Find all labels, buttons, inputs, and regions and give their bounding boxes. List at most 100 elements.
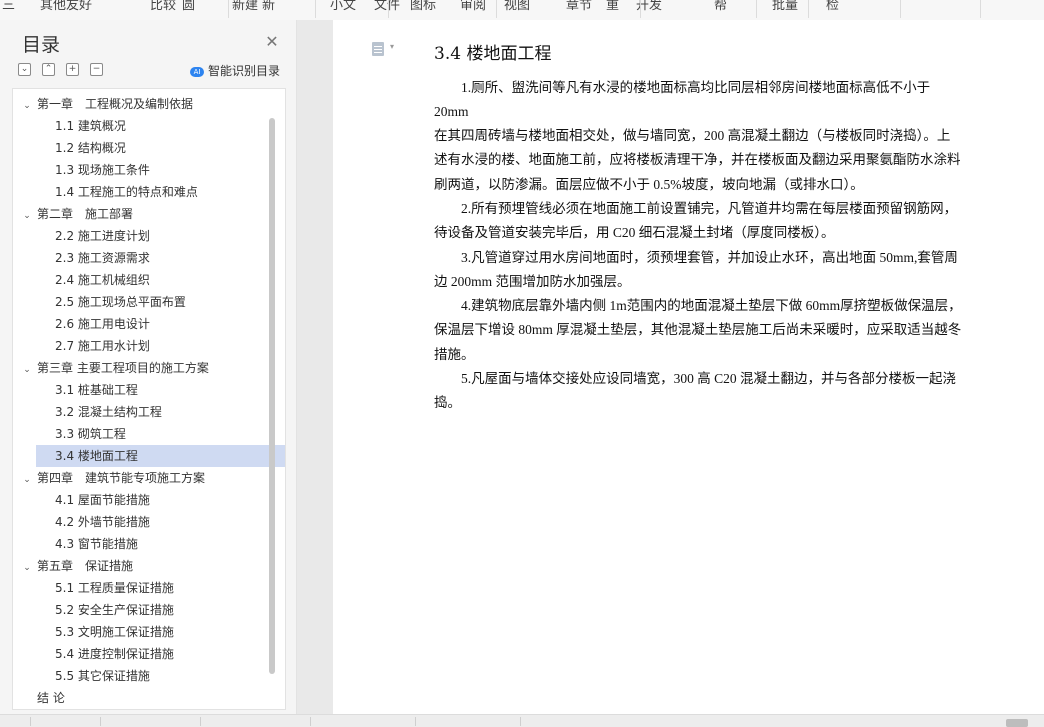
section-heading: 3.4 楼地面工程 <box>434 44 552 64</box>
toolbar-item[interactable]: 视图 <box>504 0 530 13</box>
top-toolbar: 三其他友好 比较圆新建新小文 文件 图标 审阅 视图 章节重开发帮批量检 <box>0 0 1044 21</box>
outline-section[interactable]: 1.4 工程施工的特点和难点 <box>36 181 285 203</box>
outline-item-label: 2.7 施工用水计划 <box>55 339 150 353</box>
toolbar-item[interactable]: 章节 <box>566 0 592 13</box>
outline-section[interactable]: 4.3 窗节能措施 <box>36 533 285 555</box>
chevron-down-icon[interactable]: ⌄ <box>21 557 33 579</box>
outline-section[interactable]: 2.6 施工用电设计 <box>36 313 285 335</box>
toolbar-separator <box>315 0 316 18</box>
outline-section[interactable]: 5.4 进度控制保证措施 <box>36 643 285 665</box>
outline-item-label: 2.6 施工用电设计 <box>55 317 150 331</box>
outline-section[interactable]: 5.2 安全生产保证措施 <box>36 599 285 621</box>
toolbar-item[interactable]: 比较 <box>150 0 176 13</box>
outline-section[interactable]: 2.7 施工用水计划 <box>36 335 285 357</box>
toolbar-separator <box>496 0 497 18</box>
outline-item-label: 5.3 文明施工保证措施 <box>55 625 174 639</box>
outline-section[interactable]: 结 论 <box>13 687 285 709</box>
paragraph-5: 5.凡屋面与墙体交接处应设同墙宽，300 高 C20 混凝土翻边，并与各部分楼板… <box>434 371 957 411</box>
outline-item-label: 1.2 结构概况 <box>55 141 126 155</box>
outline-item-label: 第二章 施工部署 <box>37 207 134 221</box>
toolbar-item[interactable]: 新建 <box>232 0 258 13</box>
paragraph-2: 2.所有预埋管线必须在地面施工前设置铺完，凡管道井均需在每层楼面预留钢筋网，待设… <box>434 201 958 241</box>
toolbar-item[interactable]: 批量 <box>772 0 798 13</box>
outline-item-label: 5.4 进度控制保证措施 <box>55 647 174 661</box>
outline-item-label: 3.1 桩基础工程 <box>55 383 138 397</box>
outline-item-label: 1.3 现场施工条件 <box>55 163 150 177</box>
outline-chapter[interactable]: ⌄ 第五章 保证措施 <box>13 555 275 577</box>
outline-item-label: 第三章 主要工程项目的施工方案 <box>37 361 209 375</box>
toolbar-separator <box>640 0 641 18</box>
outline-item-label: 3.3 砌筑工程 <box>55 427 126 441</box>
smart-toc-label: 智能识别目录 <box>208 64 281 78</box>
outline-section[interactable]: 2.4 施工机械组织 <box>36 269 285 291</box>
chevron-down-icon[interactable]: ▾ <box>390 42 394 51</box>
toolbar-item[interactable]: 圆 <box>182 0 195 13</box>
outline-item-label: 4.3 窗节能措施 <box>55 537 138 551</box>
outline-section[interactable]: 2.3 施工资源需求 <box>36 247 285 269</box>
toolbar-item[interactable]: 文件 <box>374 0 400 13</box>
outline-item-label: 3.4 楼地面工程 <box>55 449 138 463</box>
toolbar-item[interactable]: 重 <box>606 0 619 13</box>
outline-section[interactable]: 4.2 外墙节能措施 <box>36 511 285 533</box>
outline-item-label: 1.1 建筑概况 <box>55 119 126 133</box>
outline-item-label: 5.5 其它保证措施 <box>55 669 150 683</box>
toolbar-item[interactable]: 小文 <box>330 0 356 13</box>
outline-section[interactable]: 4.1 屋面节能措施 <box>36 489 285 511</box>
outline-scrollbar[interactable] <box>269 118 275 674</box>
outline-section[interactable]: 2.2 施工进度计划 <box>36 225 285 247</box>
outline-item-label: 2.3 施工资源需求 <box>55 251 150 265</box>
toolbar-item[interactable]: 审阅 <box>460 0 486 13</box>
toolbar-item[interactable]: 帮 <box>714 0 727 13</box>
outline-chapter[interactable]: ⌄ 第四章 建筑节能专项施工方案 <box>13 467 275 489</box>
outline-section[interactable]: 5.1 工程质量保证措施 <box>36 577 285 599</box>
paragraph-3: 3.凡管道穿过用水房间地面时，须预埋套管，并加设止水环，高出地面 50mm,套管… <box>434 250 958 290</box>
outline-item-label: 1.4 工程施工的特点和难点 <box>55 185 198 199</box>
toolbar-item[interactable]: 新 <box>262 0 275 13</box>
outline-item-label: 5.2 安全生产保证措施 <box>55 603 174 617</box>
toolbar-item[interactable]: 检 <box>826 0 839 13</box>
document-icon[interactable] <box>372 42 384 56</box>
toolbar-item[interactable]: 图标 <box>410 0 436 13</box>
toolbar-separator <box>756 0 757 18</box>
paragraph-1: 1.厕所、盥洗间等凡有水浸的楼地面标高均比同层相邻房间楼地面标高低不小于 20m… <box>434 80 931 120</box>
outline-item-label: 4.2 外墙节能措施 <box>55 515 150 529</box>
outline-section[interactable]: 1.2 结构概况 <box>36 137 285 159</box>
chevron-down-icon[interactable]: ⌄ <box>21 205 33 227</box>
outline-chapter[interactable]: ⌄ 第三章 主要工程项目的施工方案 <box>13 357 275 379</box>
outline-chapter[interactable]: ⌄ 第二章 施工部署 <box>13 203 275 225</box>
outline-item-label: 第四章 建筑节能专项施工方案 <box>37 471 206 485</box>
toolbar-separator <box>228 0 229 18</box>
outline-item-label: 2.2 施工进度计划 <box>55 229 150 243</box>
outline-item-label: 2.5 施工现场总平面布置 <box>55 295 186 309</box>
outline-section[interactable]: 1.1 建筑概况 <box>36 115 285 137</box>
outline-section[interactable]: 3.1 桩基础工程 <box>36 379 285 401</box>
outline-item-label: 结 论 <box>37 691 65 705</box>
outline-title: 目录 <box>22 34 61 56</box>
chevron-down-icon[interactable]: ⌄ <box>21 95 33 117</box>
smart-toc-button[interactable]: AI 智能识别目录 <box>190 62 280 79</box>
outline-section[interactable]: 3.3 砌筑工程 <box>36 423 285 445</box>
toolbar-separator <box>900 0 901 18</box>
outline-chapter[interactable]: ⌄ 第一章 工程概况及编制依据 <box>13 93 275 115</box>
outline-section[interactable]: 5.5 其它保证措施 <box>36 665 285 687</box>
remove-heading-icon[interactable]: − <box>90 63 103 76</box>
outline-section[interactable]: 2.5 施工现场总平面布置 <box>36 291 285 313</box>
outline-panel: 目录 ✕ ⌄ ⌃ + − AI 智能识别目录 ⌄ 第一章 工程概况及编制依据 1.1 … <box>0 20 297 714</box>
chevron-down-icon[interactable]: ⌄ <box>21 359 33 381</box>
toolbar-item[interactable]: 三 <box>2 0 15 13</box>
toolbar-separator <box>388 0 389 18</box>
outline-item-label: 2.4 施工机械组织 <box>55 273 150 287</box>
toolbar-item[interactable]: 其他友好 <box>40 0 92 13</box>
toolbar-separator <box>808 0 809 18</box>
expand-up-icon[interactable]: ⌃ <box>42 63 55 76</box>
outline-section[interactable]: 5.3 文明施工保证措施 <box>36 621 285 643</box>
outline-section[interactable]: 3.2 混凝土结构工程 <box>36 401 285 423</box>
chevron-down-icon[interactable]: ⌄ <box>21 469 33 491</box>
outline-item-label: 4.1 屋面节能措施 <box>55 493 150 507</box>
close-icon[interactable]: ✕ <box>262 32 282 52</box>
outline-item-label: 5.1 工程质量保证措施 <box>55 581 174 595</box>
collapse-all-icon[interactable]: ⌄ <box>18 63 31 76</box>
outline-section[interactable]: 3.4 楼地面工程 <box>36 445 285 467</box>
add-heading-icon[interactable]: + <box>66 63 79 76</box>
outline-section[interactable]: 1.3 现场施工条件 <box>36 159 285 181</box>
